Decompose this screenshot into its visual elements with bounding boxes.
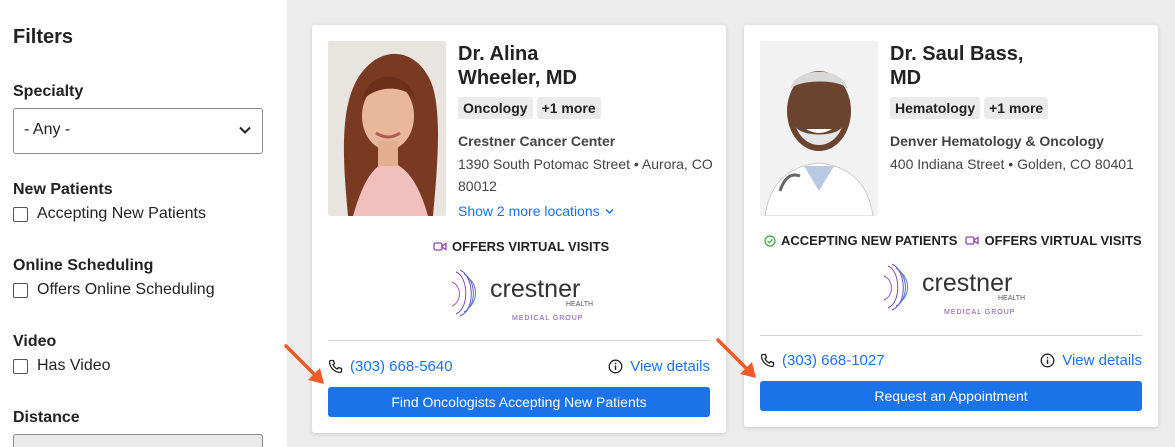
video-label: Video	[13, 333, 57, 350]
doctor-name-line2: Wheeler, MD	[458, 67, 577, 89]
online-scheduling-checkbox[interactable]: Offers Online Scheduling	[13, 281, 215, 299]
doctor-photo	[760, 41, 878, 216]
has-video-checkbox[interactable]: Has Video	[13, 357, 111, 375]
phone-number: (303) 668-1027	[782, 352, 885, 369]
specialty-select[interactable]: - Any -	[13, 108, 263, 154]
online-scheduling-label: Online Scheduling	[13, 257, 154, 274]
checkbox-label: Has Video	[37, 357, 111, 374]
info-icon	[608, 359, 623, 374]
svg-text:MEDICAL GROUP: MEDICAL GROUP	[512, 315, 583, 322]
checkbox-box[interactable]	[13, 358, 28, 374]
crestner-health-logo: crestner HEALTH MEDICAL GROUP	[878, 256, 1028, 318]
virtual-visits-badge: OFFERS VIRTUAL VISITS	[965, 233, 1142, 248]
view-details-link[interactable]: View details	[608, 358, 710, 375]
doctor-name-line2: MD	[890, 67, 922, 89]
phone-number: (303) 668-5640	[350, 358, 453, 375]
practice-address: 400 Indiana Street • Golden, CO 80401	[890, 156, 1134, 172]
virtual-visits-label: OFFERS VIRTUAL VISITS	[984, 233, 1142, 248]
info-icon	[1040, 353, 1055, 368]
request-appointment-button[interactable]: Request an Appointment	[760, 381, 1142, 411]
card-badges: ACCEPTING NEW PATIENTS OFFERS VIRTUAL VI…	[764, 233, 1146, 248]
annotation-arrow-icon	[284, 344, 324, 384]
doctor-card: Dr. Saul Bass, MD Hematology +1 more Den…	[744, 25, 1158, 427]
card-divider	[760, 335, 1142, 336]
svg-text:HEALTH: HEALTH	[998, 295, 1025, 302]
find-oncologists-button[interactable]: Find Oncologists Accepting New Patients	[328, 387, 710, 417]
accepting-new-patients-checkbox[interactable]: Accepting New Patients	[13, 205, 206, 223]
doctor-name[interactable]: Dr. Alina Wheeler, MD	[458, 42, 708, 90]
checkbox-label: Accepting New Patients	[37, 205, 206, 222]
view-details-link[interactable]: View details	[1040, 352, 1142, 369]
distance-select[interactable]	[13, 434, 263, 447]
specialty-tag: Oncology	[458, 97, 533, 119]
chevron-down-icon	[605, 208, 614, 214]
more-specialties-tag[interactable]: +1 more	[536, 97, 601, 119]
card-badges: OFFERS VIRTUAL VISITS	[433, 239, 613, 254]
svg-text:HEALTH: HEALTH	[566, 301, 593, 308]
practice-address: 1390 South Potomac Street • Aurora, CO 8…	[458, 156, 713, 194]
new-patients-label: New Patients	[13, 181, 113, 198]
specialty-tags: Oncology +1 more	[458, 97, 601, 119]
annotation-arrow-icon	[716, 338, 756, 378]
doctor-photo	[328, 41, 446, 216]
specialty-select-value: - Any -	[24, 121, 71, 138]
doctor-card: Dr. Alina Wheeler, MD Oncology +1 more C…	[312, 25, 726, 433]
phone-link[interactable]: (303) 668-5640	[328, 358, 453, 375]
video-camera-icon	[965, 236, 980, 245]
svg-text:MEDICAL GROUP: MEDICAL GROUP	[944, 309, 1015, 316]
accepting-new-patients-label: ACCEPTING NEW PATIENTS	[781, 233, 958, 248]
specialty-label: Specialty	[13, 83, 84, 100]
distance-label: Distance	[13, 409, 80, 426]
checkbox-box[interactable]	[13, 206, 28, 222]
virtual-visits-label: OFFERS VIRTUAL VISITS	[452, 239, 610, 254]
checkbox-label: Offers Online Scheduling	[37, 281, 215, 298]
specialty-tag: Hematology	[890, 97, 981, 119]
check-circle-icon	[764, 234, 776, 247]
accepting-new-patients-badge: ACCEPTING NEW PATIENTS	[764, 233, 957, 248]
view-details-label: View details	[630, 358, 710, 375]
filters-title: Filters	[13, 26, 74, 48]
svg-text:crestner: crestner	[922, 269, 1012, 297]
doctor-name[interactable]: Dr. Saul Bass, MD	[890, 42, 1140, 90]
logo-word: crestner	[490, 275, 580, 303]
more-specialties-tag[interactable]: +1 more	[984, 97, 1049, 119]
view-details-label: View details	[1062, 352, 1142, 369]
practice-name: Crestner Cancer Center	[458, 133, 616, 149]
practice-name: Denver Hematology & Oncology	[890, 133, 1104, 149]
doctor-name-line1: Dr. Alina	[458, 43, 539, 65]
chevron-down-icon	[239, 126, 251, 134]
specialty-tags: Hematology +1 more	[890, 97, 1049, 119]
card-divider	[328, 340, 710, 341]
virtual-visits-badge: OFFERS VIRTUAL VISITS	[433, 239, 609, 254]
filters-sidebar: Filters Specialty - Any - New Patients A…	[0, 0, 287, 447]
video-camera-icon	[433, 242, 447, 251]
more-locations-label: Show 2 more locations	[458, 203, 600, 219]
checkbox-box[interactable]	[13, 282, 28, 298]
doctor-name-line1: Dr. Saul Bass,	[890, 43, 1024, 65]
phone-link[interactable]: (303) 668-1027	[760, 352, 885, 369]
show-more-locations-link[interactable]: Show 2 more locations	[458, 203, 615, 219]
crestner-health-logo: crestner HEALTH MEDICAL GROUP	[446, 262, 596, 324]
